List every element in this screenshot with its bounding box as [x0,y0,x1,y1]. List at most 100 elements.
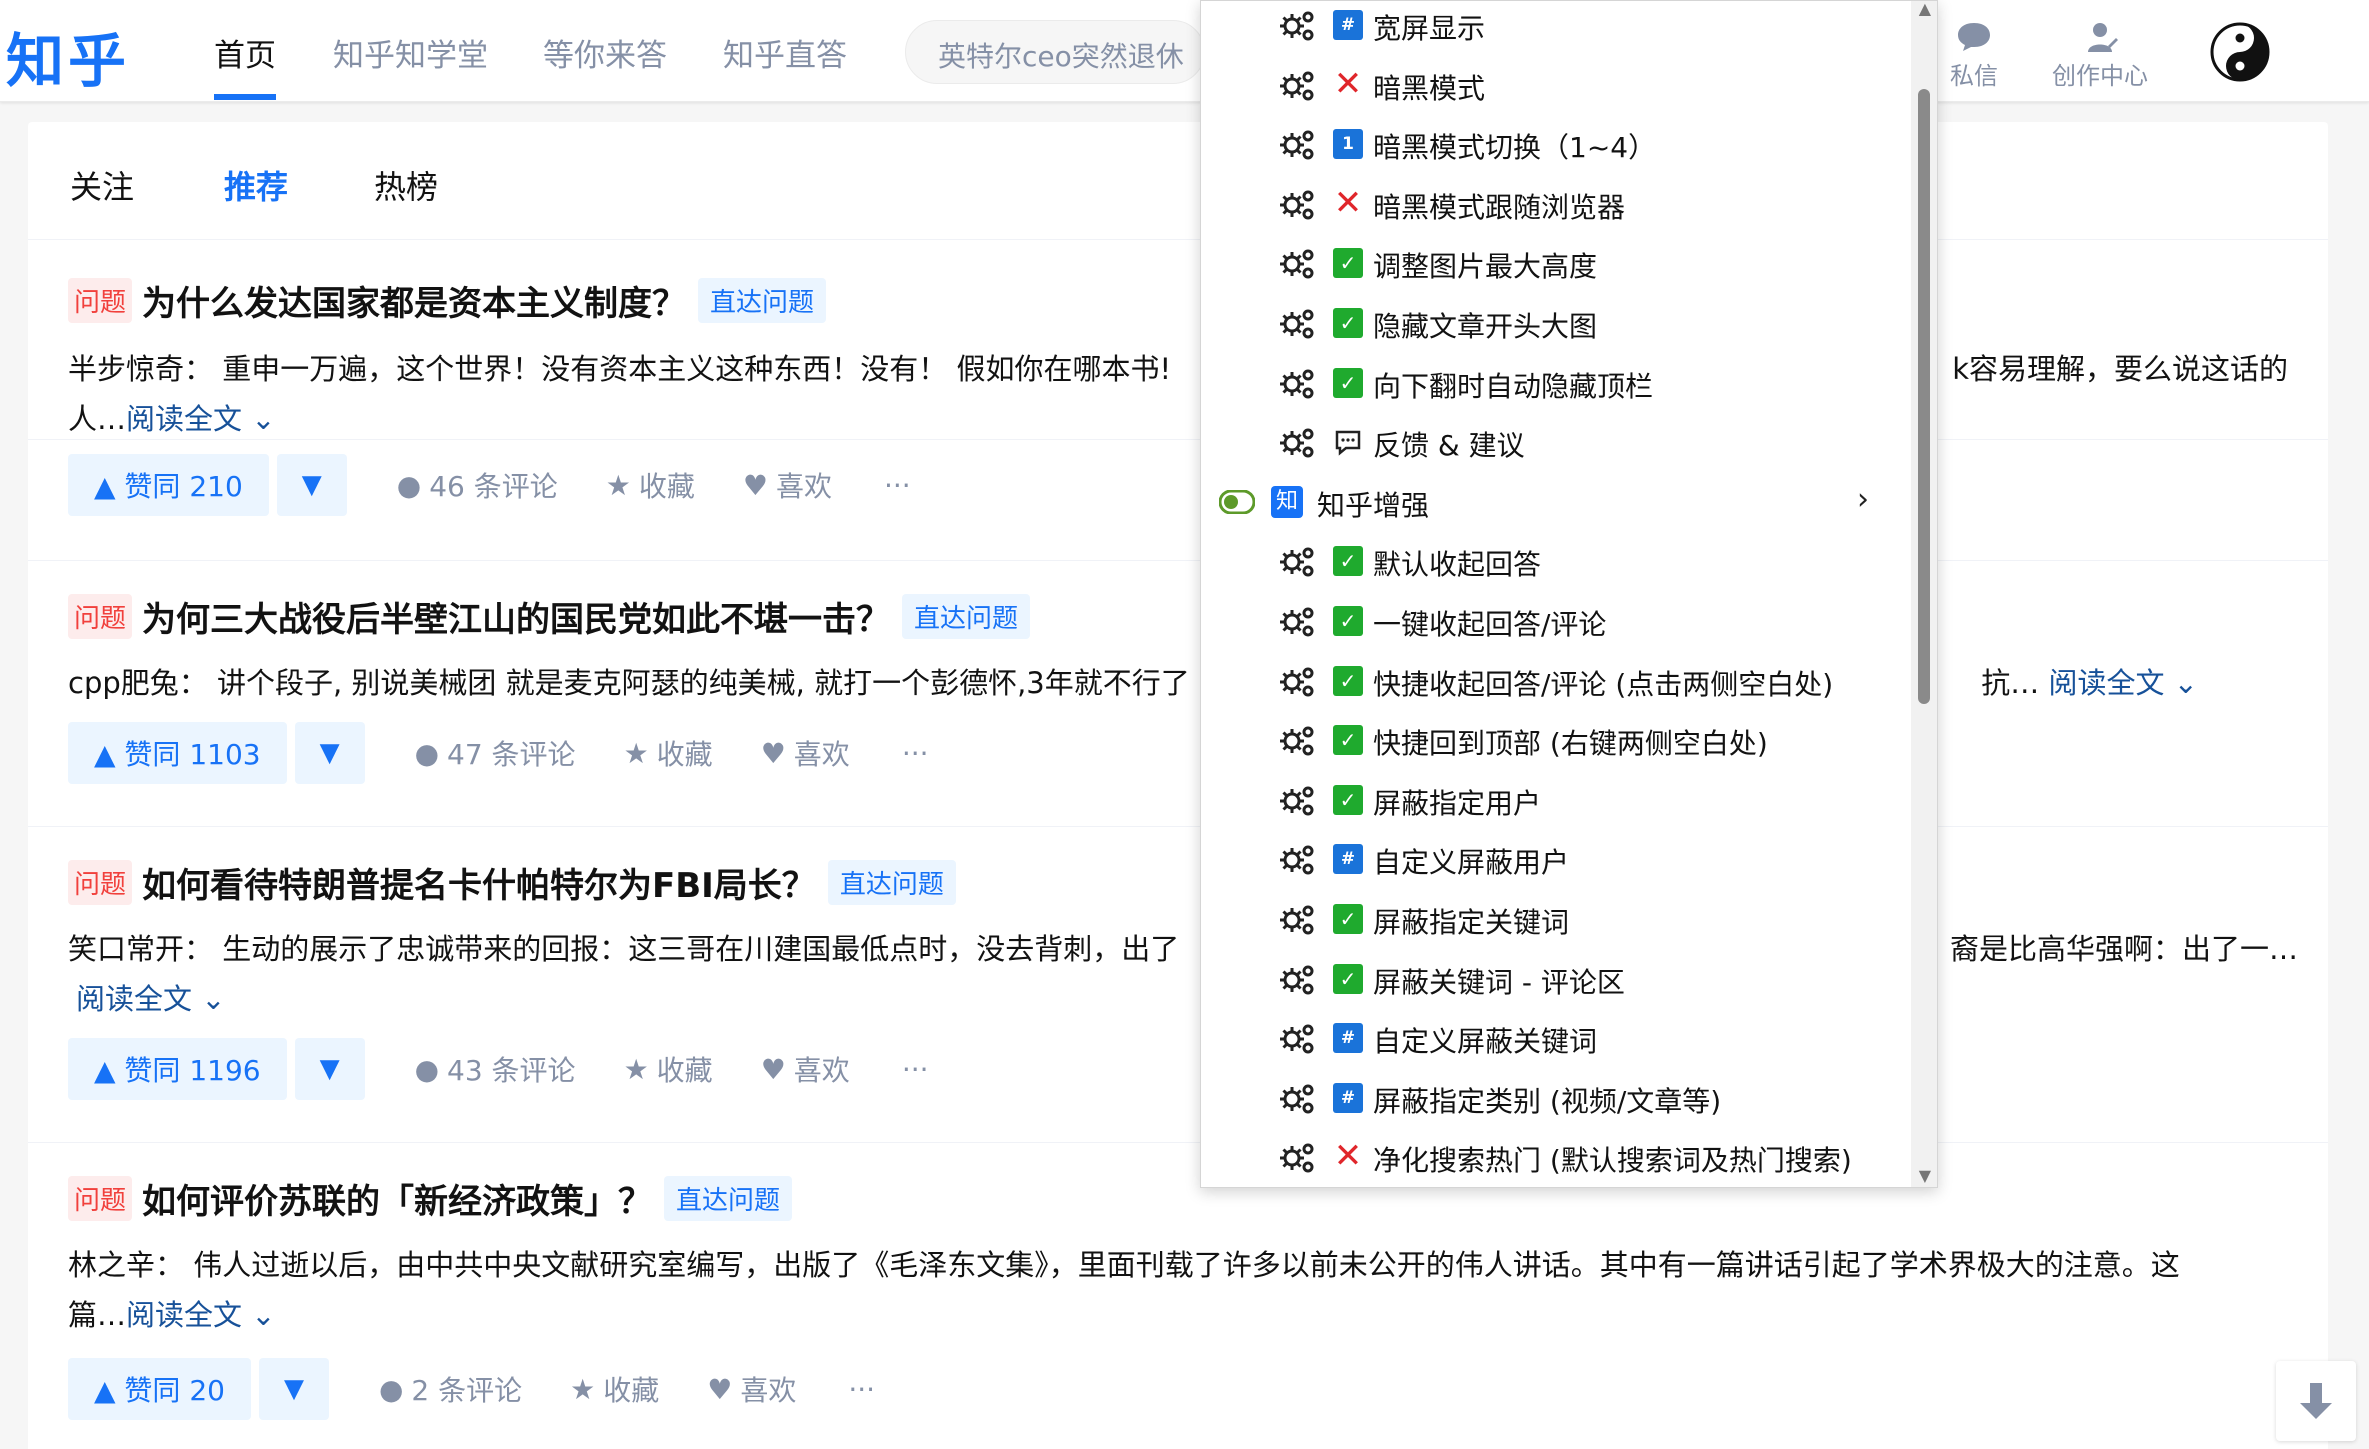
more-button[interactable]: ··· [884,469,911,502]
settings-gear-icon[interactable] [1279,367,1317,401]
read-more-link[interactable]: 阅读全文 ⌄ [68,982,226,1016]
favorite-button[interactable]: ★ 收藏 [624,733,713,773]
scroll-down-arrow[interactable]: ▼ [1919,1166,1931,1185]
comments-button[interactable]: ● 47 条评论 [415,733,576,773]
upvote-button[interactable]: ▲ 赞同 1196 [68,1038,287,1100]
menu-item[interactable]: # 自定义屏蔽关键词 [1201,1008,1911,1068]
settings-gear-icon[interactable] [1279,9,1317,43]
scroll-up-arrow[interactable]: ▲ [1919,1,1931,18]
menu-item[interactable]: # 屏蔽指定类别 (视频/文章等) [1201,1068,1911,1128]
menu-item[interactable]: ✓ 屏蔽指定用户 [1201,770,1911,830]
question-title[interactable]: 为什么发达国家都是资本主义制度？ [142,276,686,325]
settings-gear-icon[interactable] [1279,307,1317,341]
menu-item[interactable]: 反馈 & 建议 [1201,412,1911,472]
favorite-button[interactable]: ★ 收藏 [624,1049,713,1089]
read-more-link[interactable]: 阅读全文 ⌄ [126,402,276,436]
settings-gear-icon[interactable] [1279,1022,1317,1056]
like-button[interactable]: ♥ 喜欢 [761,1049,850,1089]
toggle-switch-icon[interactable] [1219,489,1255,514]
settings-gear-icon[interactable] [1279,903,1317,937]
settings-gear-icon[interactable] [1279,69,1317,103]
tab-recommend[interactable]: 推荐 [224,162,288,208]
settings-gear-icon[interactable] [1279,724,1317,758]
like-button[interactable]: ♥ 喜欢 [761,733,850,773]
settings-gear-icon[interactable] [1279,188,1317,222]
goto-question-link[interactable]: 直达问题 [827,860,956,905]
upvote-button[interactable]: ▲ 赞同 20 [68,1358,251,1420]
goto-question-link[interactable]: 直达问题 [902,594,1031,639]
answer-excerpt[interactable]: 林之辛： 伟人过逝以后，由中共中央文献研究室编写，出版了《毛泽东文集》，里面刊载… [68,1240,2308,1340]
question-title-row[interactable]: 问题 为何三大战役后半壁江山的国民党如此不堪一击？ 直达问题 [68,592,1031,641]
nav-zhida[interactable]: 知乎直答 [723,30,847,75]
menu-item[interactable]: ✓ 默认收起回答 [1201,531,1911,591]
settings-gear-icon[interactable] [1279,605,1317,639]
scroll-thumb[interactable] [1918,89,1930,704]
like-button[interactable]: ♥ 喜欢 [707,1369,796,1409]
menu-item[interactable]: ✓ 屏蔽指定关键词 [1201,889,1911,949]
downvote-button[interactable]: ▼ [258,1358,329,1420]
nav-zhixuetang[interactable]: 知乎知学堂 [333,30,488,75]
question-title[interactable]: 如何看待特朗普提名卡什帕特尔为FBI局长？ [142,858,816,907]
more-button[interactable]: ··· [902,1053,929,1086]
settings-gear-icon[interactable] [1279,247,1317,281]
messages-button[interactable]: 私信 [1950,20,1998,91]
favorite-button[interactable]: ★ 收藏 [606,465,695,505]
comments-button[interactable]: ● 43 条评论 [415,1049,576,1089]
tab-hot[interactable]: 热榜 [374,162,438,208]
menu-item[interactable]: ✕ 净化搜索热门 (默认搜索词及热门搜索) [1201,1127,1911,1187]
menu-item[interactable]: ✓ 调整图片最大高度 [1201,233,1911,293]
read-more-link[interactable]: 阅读全文 ⌄ [2048,666,2198,700]
settings-gear-icon[interactable] [1279,426,1317,460]
downvote-button[interactable]: ▼ [294,1038,365,1100]
downvote-button[interactable]: ▼ [276,454,347,516]
menu-item[interactable]: ✕ 暗黑模式跟随浏览器 [1201,174,1911,234]
menu-item[interactable]: ✓ 快捷收起回答/评论 (点击两侧空白处) [1201,651,1911,711]
settings-gear-icon[interactable] [1279,1082,1317,1116]
read-more-link[interactable]: 阅读全文 ⌄ [126,1298,276,1332]
upvote-button[interactable]: ▲ 赞同 1103 [68,722,287,784]
question-title[interactable]: 如何评价苏联的「新经济政策」？ [142,1174,652,1223]
nav-home[interactable]: 首页 [214,30,276,75]
menu-item[interactable]: ✓ 向下翻时自动隐藏顶栏 [1201,353,1911,413]
settings-gear-icon[interactable] [1279,963,1317,997]
user-avatar[interactable] [2210,22,2270,82]
menu-group-zhihu-enhance[interactable]: 知知乎增强 › [1201,472,1911,532]
question-title-row[interactable]: 问题 为什么发达国家都是资本主义制度？ 直达问题 [68,276,827,325]
downvote-button[interactable]: ▼ [294,722,365,784]
menu-item[interactable]: ✓ 快捷回到顶部 (右键两侧空白处) [1201,710,1911,770]
menu-item[interactable]: # 自定义屏蔽用户 [1201,829,1911,889]
answer-excerpt[interactable]: cpp肥兔： 讲个段子, 别说美械团 就是麦克阿瑟的纯美械, 就打一个彭德怀,3… [68,658,2308,708]
menu-item[interactable]: ✓ 隐藏文章开头大图 [1201,293,1911,353]
favorite-button[interactable]: ★ 收藏 [570,1369,659,1409]
nav-waiting-answers[interactable]: 等你来答 [543,30,667,75]
menu-item[interactable]: # 宽屏显示 [1201,1,1911,55]
settings-gear-icon[interactable] [1279,665,1317,699]
more-button[interactable]: ··· [848,1373,875,1406]
menu-item[interactable]: 1 暗黑模式切换（1~4） [1201,114,1911,174]
goto-question-link[interactable]: 直达问题 [664,1176,793,1221]
comments-button[interactable]: ● 46 条评论 [397,465,558,505]
answer-excerpt[interactable]: 半步惊奇： 重申一万遍，这个世界！没有资本主义这种东西！没有！ 假如你在哪本书!… [68,344,2308,444]
settings-gear-icon[interactable] [1279,545,1317,579]
like-button[interactable]: ♥ 喜欢 [743,465,832,505]
scroll-to-bottom-button[interactable] [2276,1361,2356,1441]
answer-excerpt[interactable]: 笑口常开： 生动的展示了忠诚带来的回报：这三哥在川建国最低点时，没去背刺，出了 … [68,924,2308,1024]
zhihu-logo[interactable]: 知乎 [6,14,130,98]
settings-gear-icon[interactable] [1279,1141,1317,1175]
question-title[interactable]: 为何三大战役后半壁江山的国民党如此不堪一击？ [142,592,890,641]
menu-item[interactable]: ✓ 一键收起回答/评论 [1201,591,1911,651]
goto-question-link[interactable]: 直达问题 [698,278,827,323]
menu-scrollbar[interactable]: ▲ ▼ [1911,1,1937,1187]
comments-button[interactable]: ● 2 条评论 [379,1369,522,1409]
creator-center-button[interactable]: 创作中心 [2052,20,2148,91]
search-input[interactable]: 英特尔ceo突然退休 [905,20,1205,84]
settings-gear-icon[interactable] [1279,128,1317,162]
upvote-button[interactable]: ▲ 赞同 210 [68,454,269,516]
chevron-right-icon[interactable]: › [1857,482,1869,517]
menu-item[interactable]: ✓ 屏蔽关键词 - 评论区 [1201,949,1911,1009]
question-title-row[interactable]: 问题 如何评价苏联的「新经济政策」？ 直达问题 [68,1174,793,1223]
tab-following[interactable]: 关注 [70,162,134,208]
question-title-row[interactable]: 问题 如何看待特朗普提名卡什帕特尔为FBI局长？ 直达问题 [68,858,956,907]
menu-item[interactable]: ✕ 暗黑模式 [1201,55,1911,115]
settings-gear-icon[interactable] [1279,843,1317,877]
